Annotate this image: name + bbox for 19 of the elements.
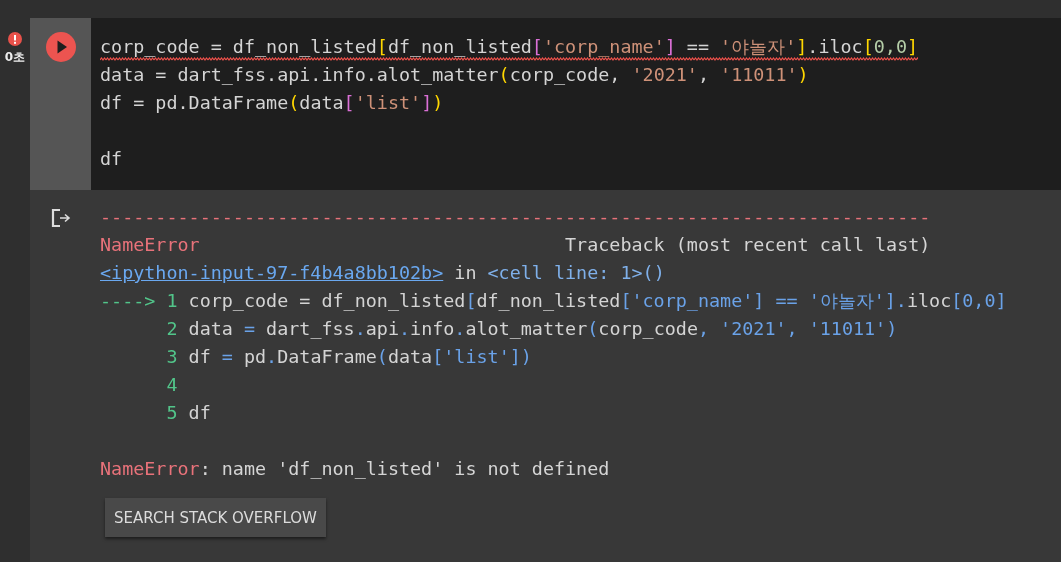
run-duration: 0초 <box>4 49 26 66</box>
search-stack-overflow-button[interactable]: SEARCH STACK OVERFLOW <box>105 498 326 537</box>
traceback-line: 3 df = pd.DataFrame(data['list']) <box>165 346 532 367</box>
code-line: df = pd.DataFrame(data['list']) <box>100 91 444 115</box>
error-message: NameError: name 'df_non_listed' is not defined <box>100 458 610 479</box>
traceback-line: 4 <box>165 374 179 395</box>
traceback-label: Traceback (most recent call last) <box>565 233 931 257</box>
code-line: df <box>100 147 123 171</box>
traceback-line: ----> 1 corp_code = df_non_listed[df_non_listed['corp_name'] == '야놀자'].iloc[0,0] <box>100 290 1007 311</box>
output-icon[interactable] <box>50 208 71 228</box>
source-link[interactable]: <ipython-input-97-f4b4a8bb102b> <box>100 262 444 283</box>
traceback-rule: --------------------------------------------------------------------------- <box>100 206 931 227</box>
code-line: data = dart_fss.api.info.alot_matter(corp_code, '2021', '11011') <box>100 63 809 87</box>
code-line: corp_code = df_non_listed[df_non_listed['corp_name'] == '야놀자'].iloc[0,0] <box>100 33 919 61</box>
traceback-line: 5 df <box>165 402 211 423</box>
cell-location: in <cell line: 1>() <box>453 262 665 283</box>
run-button[interactable] <box>45 32 76 62</box>
error-name: NameError <box>100 233 200 257</box>
traceback-line: 2 data = dart_fss.api.info.alot_matter(corp_code, '2021', '11011') <box>165 318 898 339</box>
